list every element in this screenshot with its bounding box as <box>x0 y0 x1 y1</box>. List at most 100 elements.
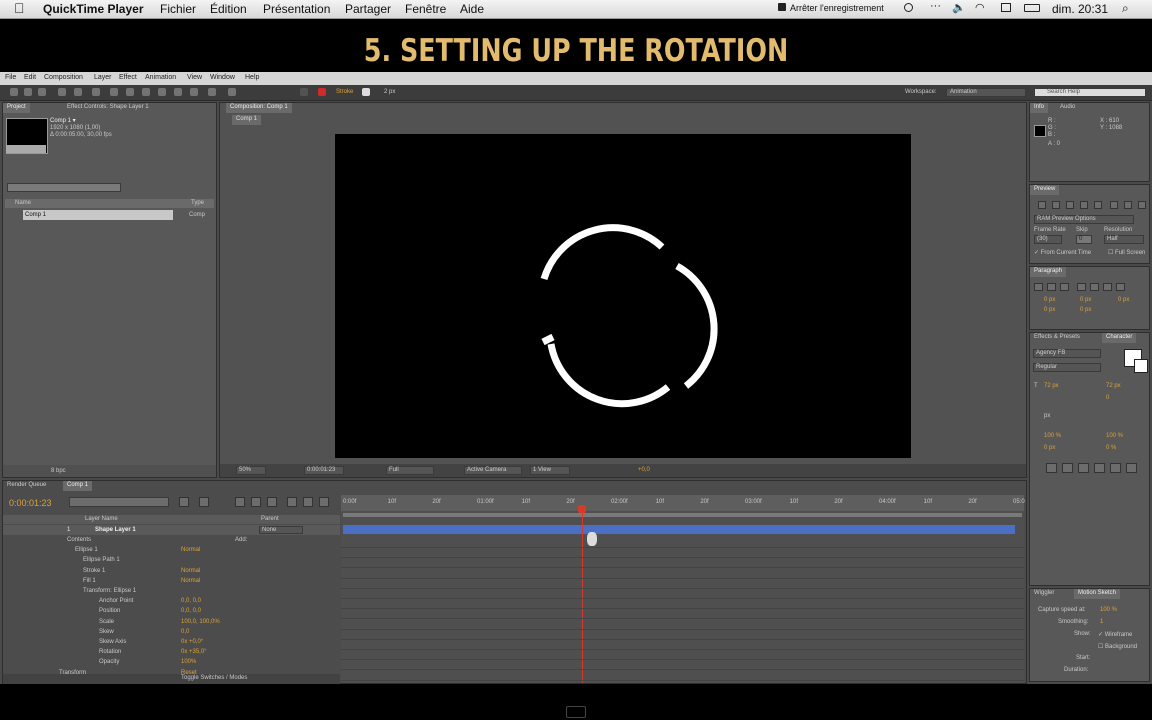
indent-right[interactable]: 0 px <box>1080 297 1091 303</box>
align-left-icon[interactable] <box>1034 283 1043 291</box>
background-checkbox[interactable]: ☐ Background <box>1098 643 1137 650</box>
wireframe-checkbox[interactable]: ✓ Wireframe <box>1098 631 1132 638</box>
time-ruler[interactable]: 0:00f 10f 20f 01:00f 10f 20f 02:00f 10f 20f 03:00… <box>341 495 1025 511</box>
fill-swatch[interactable] <box>300 88 308 96</box>
eraser-tool-icon[interactable] <box>190 88 198 96</box>
add-button[interactable]: Add: <box>235 537 247 543</box>
project-comp-name[interactable]: Comp 1 ▾ <box>50 117 76 124</box>
stop-recording-label[interactable]: Arrêter l'enregistrement <box>790 3 884 13</box>
brush-tool-icon[interactable] <box>158 88 166 96</box>
motion-blur-icon[interactable] <box>267 497 277 507</box>
viewer-timecode[interactable]: 0:00:01:23 <box>304 466 344 475</box>
menu-share[interactable]: Partager <box>345 2 391 16</box>
col-layer-name[interactable]: Layer Name <box>85 516 118 522</box>
from-current-time-checkbox[interactable]: ✓ From Current Time <box>1034 249 1091 256</box>
comp-breadcrumb[interactable]: Comp 1 <box>232 115 262 125</box>
search-help-input[interactable]: Search Help <box>1034 88 1146 97</box>
stop-record-icon[interactable] <box>778 3 786 11</box>
indent-left[interactable]: 0 px <box>1044 297 1055 303</box>
tab-preview[interactable]: Preview <box>1030 185 1060 195</box>
property-row[interactable]: Skew Axis 0x +0,0° <box>3 638 340 648</box>
frame-blending-icon[interactable] <box>251 497 261 507</box>
font-size-field[interactable]: 72 px <box>1044 383 1059 389</box>
col-name[interactable]: Name <box>15 200 31 206</box>
playhead-handle[interactable] <box>578 505 586 513</box>
views-select[interactable]: 1 View <box>530 466 570 475</box>
superscript-icon[interactable] <box>1110 463 1121 473</box>
volume-icon[interactable]: 🔈 <box>952 1 966 14</box>
playhead-line[interactable] <box>582 507 583 683</box>
bpc-button[interactable]: 8 bpc <box>51 468 66 474</box>
stroke-swatch[interactable] <box>362 88 370 96</box>
resolution-select-preview[interactable]: Half <box>1104 235 1144 244</box>
work-area-bar[interactable] <box>343 513 1022 517</box>
more-icon[interactable]: ··· <box>930 0 941 12</box>
pen-tool-icon[interactable] <box>126 88 134 96</box>
property-value[interactable]: 0,0, 0,0 <box>181 598 201 604</box>
last-frame-icon[interactable] <box>1094 201 1102 209</box>
layer-row[interactable]: 1 Shape Layer 1 None <box>3 525 340 535</box>
rotate-tool-icon[interactable] <box>58 88 66 96</box>
property-row[interactable]: Position 0,0, 0,0 <box>3 607 340 617</box>
ae-menu-help[interactable]: Help <box>245 74 259 81</box>
justify-all-icon[interactable] <box>1116 283 1125 291</box>
property-row[interactable]: Skew 0,0 <box>3 628 340 638</box>
property-row[interactable]: Anchor Point 0,0, 0,0 <box>3 597 340 607</box>
layer-duration-bar[interactable] <box>343 525 1015 534</box>
property-value[interactable]: 100,0, 100,0% <box>181 619 220 625</box>
property-row[interactable]: Scale 100,0, 100,0% <box>3 618 340 628</box>
property-value[interactable]: Normal <box>181 578 200 584</box>
justify-right-icon[interactable] <box>1103 283 1112 291</box>
space-after[interactable]: 0 px <box>1080 307 1091 313</box>
ram-preview-icon[interactable] <box>1138 201 1146 209</box>
ae-menu-view[interactable]: View <box>187 74 202 81</box>
property-value[interactable]: 0,0 <box>181 629 189 635</box>
puppet-tool-icon[interactable] <box>228 88 236 96</box>
col-type[interactable]: Type <box>191 200 204 206</box>
property-row[interactable]: Contents <box>3 536 340 546</box>
pan-behind-tool-icon[interactable] <box>92 88 100 96</box>
brainstorm-icon[interactable] <box>303 497 313 507</box>
graph-editor-icon[interactable] <box>287 497 297 507</box>
frame-rate-select[interactable]: (30) <box>1034 235 1062 244</box>
battery-icon[interactable] <box>1024 4 1040 12</box>
property-row[interactable]: Rotation 0x +35,0° <box>3 648 340 658</box>
fullscreen-exit-icon[interactable] <box>566 706 586 718</box>
leading-field[interactable]: 72 px <box>1106 383 1121 389</box>
project-item-row[interactable]: Comp 1 Comp <box>5 210 214 220</box>
time-machine-icon[interactable] <box>904 3 913 12</box>
small-caps-icon[interactable] <box>1094 463 1105 473</box>
ae-menu-effect[interactable]: Effect <box>119 74 137 81</box>
audio-icon[interactable] <box>1110 201 1118 209</box>
next-frame-icon[interactable] <box>1080 201 1088 209</box>
apple-icon[interactable]:  <box>14 0 25 16</box>
menu-file[interactable]: Fichier <box>160 2 196 16</box>
ae-menu-animation[interactable]: Animation <box>145 74 176 81</box>
faux-bold-icon[interactable] <box>1046 463 1057 473</box>
stroke-color-swatch-char[interactable] <box>1134 359 1148 373</box>
comp-canvas[interactable] <box>335 134 911 458</box>
align-center-icon[interactable] <box>1047 283 1056 291</box>
font-family-select[interactable]: Agency FB <box>1033 349 1101 358</box>
tab-project[interactable]: Project <box>3 103 30 113</box>
property-row[interactable]: Ellipse Path 1 <box>3 556 340 566</box>
first-frame-icon[interactable] <box>1038 201 1046 209</box>
space-before[interactable]: 0 px <box>1044 307 1055 313</box>
prev-frame-icon[interactable] <box>1052 201 1060 209</box>
stroke-width[interactable]: 2 px <box>384 89 395 95</box>
menu-help[interactable]: Aide <box>460 2 484 16</box>
timeline-graph-area[interactable]: 0:00f 10f 20f 01:00f 10f 20f 02:00f 10f 20f 03:00… <box>341 495 1025 683</box>
workspace-select[interactable]: Animation <box>946 88 1026 97</box>
zoom-select[interactable]: 50% <box>236 466 266 475</box>
full-screen-checkbox[interactable]: ☐ Full Screen <box>1108 249 1145 256</box>
tab-audio[interactable]: Audio <box>1056 103 1079 113</box>
property-row[interactable]: Ellipse 1 Normal <box>3 546 340 556</box>
property-row[interactable]: Transform: Ellipse 1 <box>3 587 340 597</box>
ram-preview-options-select[interactable]: RAM Preview Options <box>1034 215 1134 224</box>
indent-first[interactable]: 0 px <box>1118 297 1129 303</box>
tab-wiggler[interactable]: Wiggler <box>1030 589 1058 599</box>
hand-tool-icon[interactable] <box>24 88 32 96</box>
tab-character[interactable]: Character <box>1102 333 1137 343</box>
hide-shy-layers-icon[interactable] <box>235 497 245 507</box>
tab-motion-sketch[interactable]: Motion Sketch <box>1074 589 1121 599</box>
